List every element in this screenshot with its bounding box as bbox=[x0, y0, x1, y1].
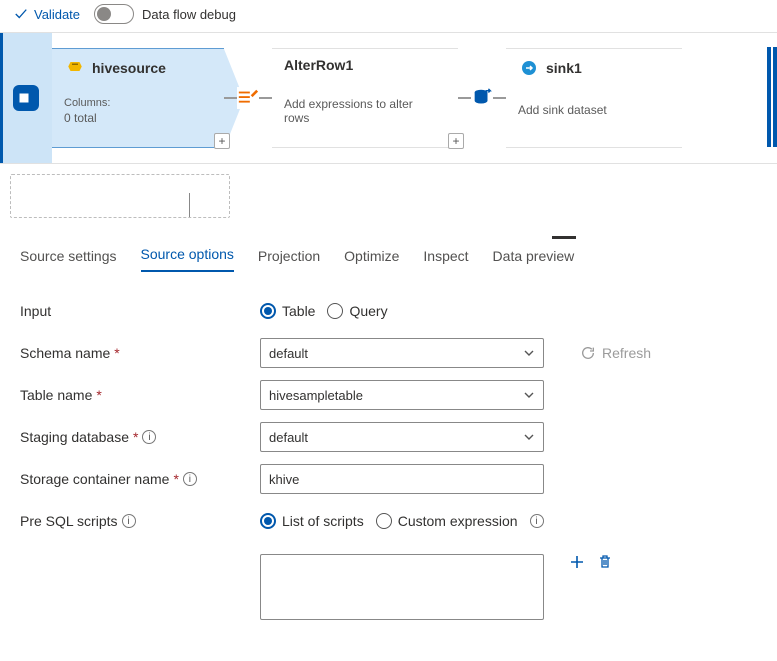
node-title: AlterRow1 bbox=[284, 57, 353, 73]
table-value: hivesampletable bbox=[269, 388, 363, 403]
chevron-down-icon bbox=[523, 389, 535, 401]
staging-label: Staging database bbox=[20, 429, 129, 445]
flow-end-handle[interactable] bbox=[767, 47, 771, 147]
chevron-down-icon bbox=[523, 431, 535, 443]
debug-toggle[interactable] bbox=[94, 4, 134, 24]
refresh-icon bbox=[580, 345, 596, 361]
debug-label: Data flow debug bbox=[142, 7, 236, 22]
chevron-down-icon bbox=[523, 347, 535, 359]
tab-source-settings[interactable]: Source settings bbox=[20, 244, 117, 272]
tab-projection[interactable]: Projection bbox=[258, 244, 320, 272]
container-input[interactable]: khive bbox=[260, 464, 544, 494]
flow-end-handle-2 bbox=[773, 47, 777, 147]
check-icon bbox=[14, 7, 28, 21]
info-icon[interactable]: i bbox=[183, 472, 197, 486]
hive-icon bbox=[64, 57, 86, 79]
node-hint: Add sink dataset bbox=[518, 103, 660, 117]
container-label: Storage container name bbox=[20, 471, 169, 487]
flow-node-sink1[interactable]: sink1 Add sink dataset bbox=[506, 48, 682, 148]
radio-label: Custom expression bbox=[398, 513, 518, 529]
staging-value: default bbox=[269, 430, 308, 445]
node-hint: Add expressions to alter rows bbox=[284, 97, 436, 125]
radio-label: Query bbox=[349, 303, 387, 319]
info-icon[interactable]: i bbox=[530, 514, 544, 528]
tab-data-preview[interactable]: Data preview bbox=[493, 244, 575, 272]
input-radio-table[interactable]: Table bbox=[260, 303, 315, 319]
sink-icon bbox=[471, 87, 493, 109]
tab-inspect[interactable]: Inspect bbox=[423, 244, 468, 272]
delete-script-button[interactable] bbox=[596, 554, 614, 575]
radio-label: List of scripts bbox=[282, 513, 364, 529]
flow-node-alterrow1[interactable]: AlterRow1 Add expressions to alter rows … bbox=[272, 48, 458, 148]
add-after-source-button[interactable]: + bbox=[214, 133, 230, 149]
presql-radio-custom[interactable]: Custom expression bbox=[376, 513, 518, 529]
node-columns-label: Columns: bbox=[64, 97, 202, 109]
trash-icon bbox=[597, 554, 613, 570]
node-title: hivesource bbox=[92, 60, 166, 76]
input-label: Input bbox=[20, 303, 51, 319]
refresh-button[interactable]: Refresh bbox=[580, 345, 651, 361]
presql-radio-list[interactable]: List of scripts bbox=[260, 513, 364, 529]
text-caret bbox=[189, 193, 190, 217]
tab-optimize[interactable]: Optimize bbox=[344, 244, 399, 272]
table-label: Table name bbox=[20, 387, 92, 403]
sink-dot-icon bbox=[518, 57, 540, 79]
info-icon[interactable]: i bbox=[142, 430, 156, 444]
schema-value: default bbox=[269, 346, 308, 361]
flow-node-hivesource[interactable]: hivesource Columns: 0 total + bbox=[52, 48, 224, 148]
node-columns-value: 0 total bbox=[64, 111, 202, 125]
add-after-alter-button[interactable]: + bbox=[448, 133, 464, 149]
info-icon[interactable]: i bbox=[122, 514, 136, 528]
table-select[interactable]: hivesampletable bbox=[260, 380, 544, 410]
input-radio-query[interactable]: Query bbox=[327, 303, 387, 319]
alter-row-icon bbox=[237, 87, 259, 109]
schema-label: Schema name bbox=[20, 345, 110, 361]
connector-1 bbox=[224, 48, 272, 148]
required-marker: * bbox=[133, 429, 138, 445]
tab-source-options[interactable]: Source options bbox=[141, 242, 234, 272]
radio-label: Table bbox=[282, 303, 315, 319]
node-title: sink1 bbox=[546, 60, 582, 76]
presql-label: Pre SQL scripts bbox=[20, 513, 118, 529]
plus-icon bbox=[569, 554, 585, 570]
required-marker: * bbox=[96, 387, 101, 403]
refresh-label: Refresh bbox=[602, 345, 651, 361]
required-marker: * bbox=[114, 345, 119, 361]
connector-2 bbox=[458, 48, 506, 148]
staging-select[interactable]: default bbox=[260, 422, 544, 452]
add-script-button[interactable] bbox=[568, 554, 586, 575]
validate-label: Validate bbox=[34, 7, 80, 22]
presql-script-textarea[interactable] bbox=[260, 554, 544, 620]
container-value: khive bbox=[269, 472, 299, 487]
validate-button[interactable]: Validate bbox=[14, 7, 80, 22]
source-type-icon bbox=[13, 85, 39, 111]
schema-select[interactable]: default bbox=[260, 338, 544, 368]
flow-start-handle[interactable] bbox=[0, 33, 52, 163]
required-marker: * bbox=[173, 471, 178, 487]
add-transformation-placeholder[interactable] bbox=[10, 174, 230, 218]
